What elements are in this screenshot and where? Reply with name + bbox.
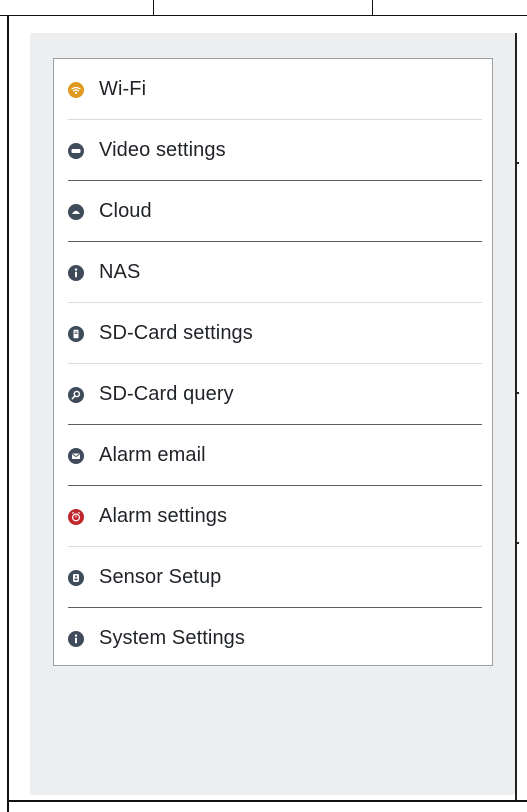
settings-menu-list: Wi-Fi Video settings Cloud NAS SD-Card s… bbox=[54, 59, 492, 669]
menu-item-sensor-setup[interactable]: Sensor Setup bbox=[54, 547, 492, 608]
email-icon bbox=[68, 447, 84, 464]
device-frame: Wi-Fi Video settings Cloud NAS SD-Card s… bbox=[0, 0, 527, 812]
menu-item-alarm-email[interactable]: Alarm email bbox=[54, 425, 492, 486]
menu-item-sd-card-settings[interactable]: SD-Card settings bbox=[54, 303, 492, 364]
menu-item-label: SD-Card settings bbox=[99, 322, 253, 344]
screen-right-edge bbox=[515, 33, 527, 800]
search-icon bbox=[68, 386, 84, 403]
menu-item-label: Sensor Setup bbox=[99, 566, 222, 588]
menu-item-label: Cloud bbox=[99, 200, 152, 222]
menu-item-label: NAS bbox=[99, 261, 141, 283]
info-icon bbox=[68, 630, 84, 647]
info-icon bbox=[68, 264, 84, 281]
menu-item-label: Alarm settings bbox=[99, 505, 228, 527]
video-icon bbox=[68, 142, 84, 159]
menu-item-label: Wi-Fi bbox=[99, 78, 147, 100]
wifi-icon bbox=[68, 81, 84, 98]
settings-menu: Wi-Fi Video settings Cloud NAS SD-Card s… bbox=[53, 58, 493, 666]
sd-card-icon bbox=[68, 325, 84, 342]
menu-item-wifi[interactable]: Wi-Fi bbox=[54, 59, 492, 120]
menu-item-label: Video settings bbox=[99, 139, 226, 161]
menu-item-cloud[interactable]: Cloud bbox=[54, 181, 492, 242]
menu-item-label: Alarm email bbox=[99, 444, 206, 466]
sensor-icon bbox=[68, 569, 84, 586]
menu-item-label: System Settings bbox=[99, 627, 246, 649]
frame-bottom-border bbox=[7, 800, 527, 802]
frame-left-border bbox=[7, 15, 9, 812]
menu-item-alarm-settings[interactable]: Alarm settings bbox=[54, 486, 492, 547]
menu-item-sd-card-query[interactable]: SD-Card query bbox=[54, 364, 492, 425]
alarm-icon bbox=[68, 508, 84, 525]
menu-item-system-settings[interactable]: System Settings bbox=[54, 608, 492, 669]
menu-item-label: SD-Card query bbox=[99, 383, 234, 405]
menu-item-video-settings[interactable]: Video settings bbox=[54, 120, 492, 181]
cloud-icon bbox=[68, 203, 84, 220]
frame-top-tab bbox=[153, 0, 373, 16]
menu-item-nas[interactable]: NAS bbox=[54, 242, 492, 303]
